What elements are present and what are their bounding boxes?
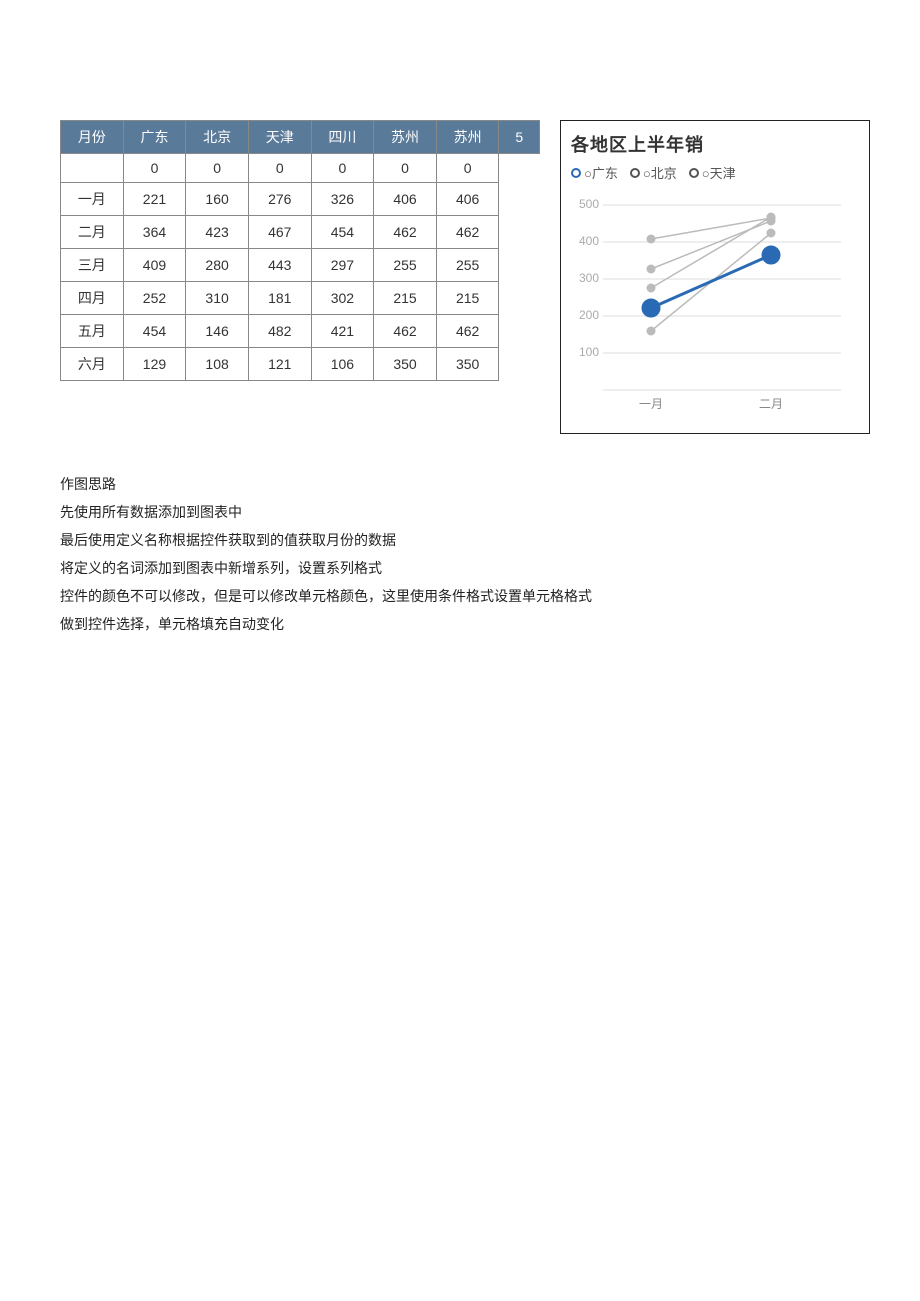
- table-cell: 0: [123, 154, 186, 183]
- table-cell: 462: [436, 216, 499, 249]
- table-row: 四月252310181302215215: [61, 282, 540, 315]
- table-cell: 0: [311, 154, 374, 183]
- table-header-cell: 四川: [311, 121, 374, 154]
- table-header-cell: 苏州: [436, 121, 499, 154]
- data-table: 月份广东北京天津四川苏州苏州5 000000一月2211602763264064…: [60, 120, 540, 381]
- note-line: 先使用所有数据添加到图表中: [60, 498, 860, 526]
- table-cell-month: 二月: [61, 216, 124, 249]
- chart-legend: ○广东 ○北京 ○天津: [571, 163, 859, 182]
- table-cell: 297: [311, 249, 374, 282]
- svg-text:500: 500: [579, 197, 599, 211]
- svg-text:300: 300: [579, 271, 599, 285]
- table-cell: 454: [311, 216, 374, 249]
- table-cell: 106: [311, 348, 374, 381]
- legend-circle-tianjin: [689, 168, 699, 178]
- table-header-cell: 广东: [123, 121, 186, 154]
- svg-text:200: 200: [579, 308, 599, 322]
- table-cell: 181: [248, 282, 311, 315]
- legend-label-tianjin: ○天津: [702, 163, 736, 182]
- table-cell: 462: [436, 315, 499, 348]
- legend-circle-beijing: [630, 168, 640, 178]
- table-cell: 0: [374, 154, 437, 183]
- table-cell-month: 一月: [61, 183, 124, 216]
- table-cell: 280: [186, 249, 249, 282]
- legend-circle-guangdong: [571, 168, 581, 178]
- legend-label-beijing: ○北京: [643, 163, 677, 182]
- table-cell: 443: [248, 249, 311, 282]
- table-cell-month: 四月: [61, 282, 124, 315]
- legend-item-beijing: ○北京: [630, 163, 677, 182]
- legend-item-guangdong: ○广东: [571, 163, 618, 182]
- page-container: 月份广东北京天津四川苏州苏州5 000000一月2211602763264064…: [0, 0, 920, 698]
- svg-text:二月: 二月: [759, 397, 783, 411]
- table-cell: 252: [123, 282, 186, 315]
- table-cell: 221: [123, 183, 186, 216]
- table-cell-month: [61, 154, 124, 183]
- table-cell-month: 三月: [61, 249, 124, 282]
- note-line: 控件的颜色不可以修改，但是可以修改单元格颜色，这里使用条件格式设置单元格格式: [60, 582, 860, 610]
- table-cell: 462: [374, 315, 437, 348]
- table-cell: 146: [186, 315, 249, 348]
- table-header-cell: 天津: [248, 121, 311, 154]
- table-cell: 350: [374, 348, 437, 381]
- legend-label-guangdong: ○广东: [584, 163, 618, 182]
- table-cell: 467: [248, 216, 311, 249]
- table-cell: 421: [311, 315, 374, 348]
- table-cell: 326: [311, 183, 374, 216]
- note-line: 将定义的名词添加到图表中新增系列，设置系列格式: [60, 554, 860, 582]
- table-cell: 423: [186, 216, 249, 249]
- table-cell: 310: [186, 282, 249, 315]
- table-cell: 255: [374, 249, 437, 282]
- legend-item-tianjin: ○天津: [689, 163, 736, 182]
- table-row: 000000: [61, 154, 540, 183]
- svg-text:400: 400: [579, 234, 599, 248]
- chart-svg: 500 400 300 200 100 一月 二月: [571, 190, 851, 420]
- svg-text:一月: 一月: [639, 397, 663, 411]
- note-line: 作图思路: [60, 470, 860, 498]
- table-cell: 129: [123, 348, 186, 381]
- table-cell: 454: [123, 315, 186, 348]
- table-cell: 364: [123, 216, 186, 249]
- table-cell: 255: [436, 249, 499, 282]
- table-cell: 302: [311, 282, 374, 315]
- notes-section: 作图思路先使用所有数据添加到图表中最后使用定义名称根据控件获取到的值获取月份的数…: [60, 470, 860, 638]
- table-cell: 482: [248, 315, 311, 348]
- table-cell: 215: [374, 282, 437, 315]
- table-cell: 409: [123, 249, 186, 282]
- table-cell: 0: [436, 154, 499, 183]
- table-header-cell: 苏州: [374, 121, 437, 154]
- table-header-cell: 月份: [61, 121, 124, 154]
- table-cell: 462: [374, 216, 437, 249]
- table-cell-month: 六月: [61, 348, 124, 381]
- table-header-cell: 5: [499, 121, 540, 154]
- table-header-cell: 北京: [186, 121, 249, 154]
- table-row: 五月454146482421462462: [61, 315, 540, 348]
- table-cell-month: 五月: [61, 315, 124, 348]
- table-row: 二月364423467454462462: [61, 216, 540, 249]
- table-cell: 0: [186, 154, 249, 183]
- top-section: 月份广东北京天津四川苏州苏州5 000000一月2211602763264064…: [60, 120, 860, 434]
- note-line: 做到控件选择，单元格填充自动变化: [60, 610, 860, 638]
- table-cell: 276: [248, 183, 311, 216]
- table-cell: 406: [374, 183, 437, 216]
- table-cell: 0: [248, 154, 311, 183]
- svg-text:100: 100: [579, 345, 599, 359]
- table-cell: 108: [186, 348, 249, 381]
- table-cell: 350: [436, 348, 499, 381]
- chart-container: 各地区上半年销 ○广东 ○北京 ○天津 500 400: [560, 120, 870, 434]
- table-cell: 406: [436, 183, 499, 216]
- table-cell: 121: [248, 348, 311, 381]
- chart-title: 各地区上半年销: [571, 131, 859, 157]
- table-cell: 215: [436, 282, 499, 315]
- table-row: 一月221160276326406406: [61, 183, 540, 216]
- table-row: 三月409280443297255255: [61, 249, 540, 282]
- note-line: 最后使用定义名称根据控件获取到的值获取月份的数据: [60, 526, 860, 554]
- table-row: 六月129108121106350350: [61, 348, 540, 381]
- table-cell: 160: [186, 183, 249, 216]
